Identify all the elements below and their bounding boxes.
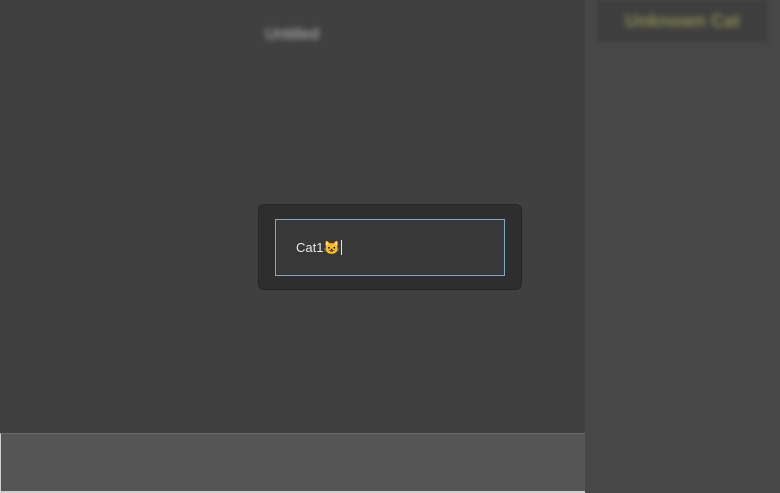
side-panel-header: Unknown Cat: [597, 0, 768, 42]
side-panel-title: Unknown Cat: [625, 11, 740, 31]
page-title: Untitled: [264, 26, 320, 43]
text-caret: [340, 240, 342, 255]
side-panel: Unknown Cat: [585, 0, 780, 493]
rename-dialog: Cat1😺: [258, 204, 522, 290]
name-input-value: Cat1😺: [296, 239, 340, 255]
bottom-panel: [0, 433, 585, 493]
name-input[interactable]: Cat1😺: [275, 219, 505, 276]
